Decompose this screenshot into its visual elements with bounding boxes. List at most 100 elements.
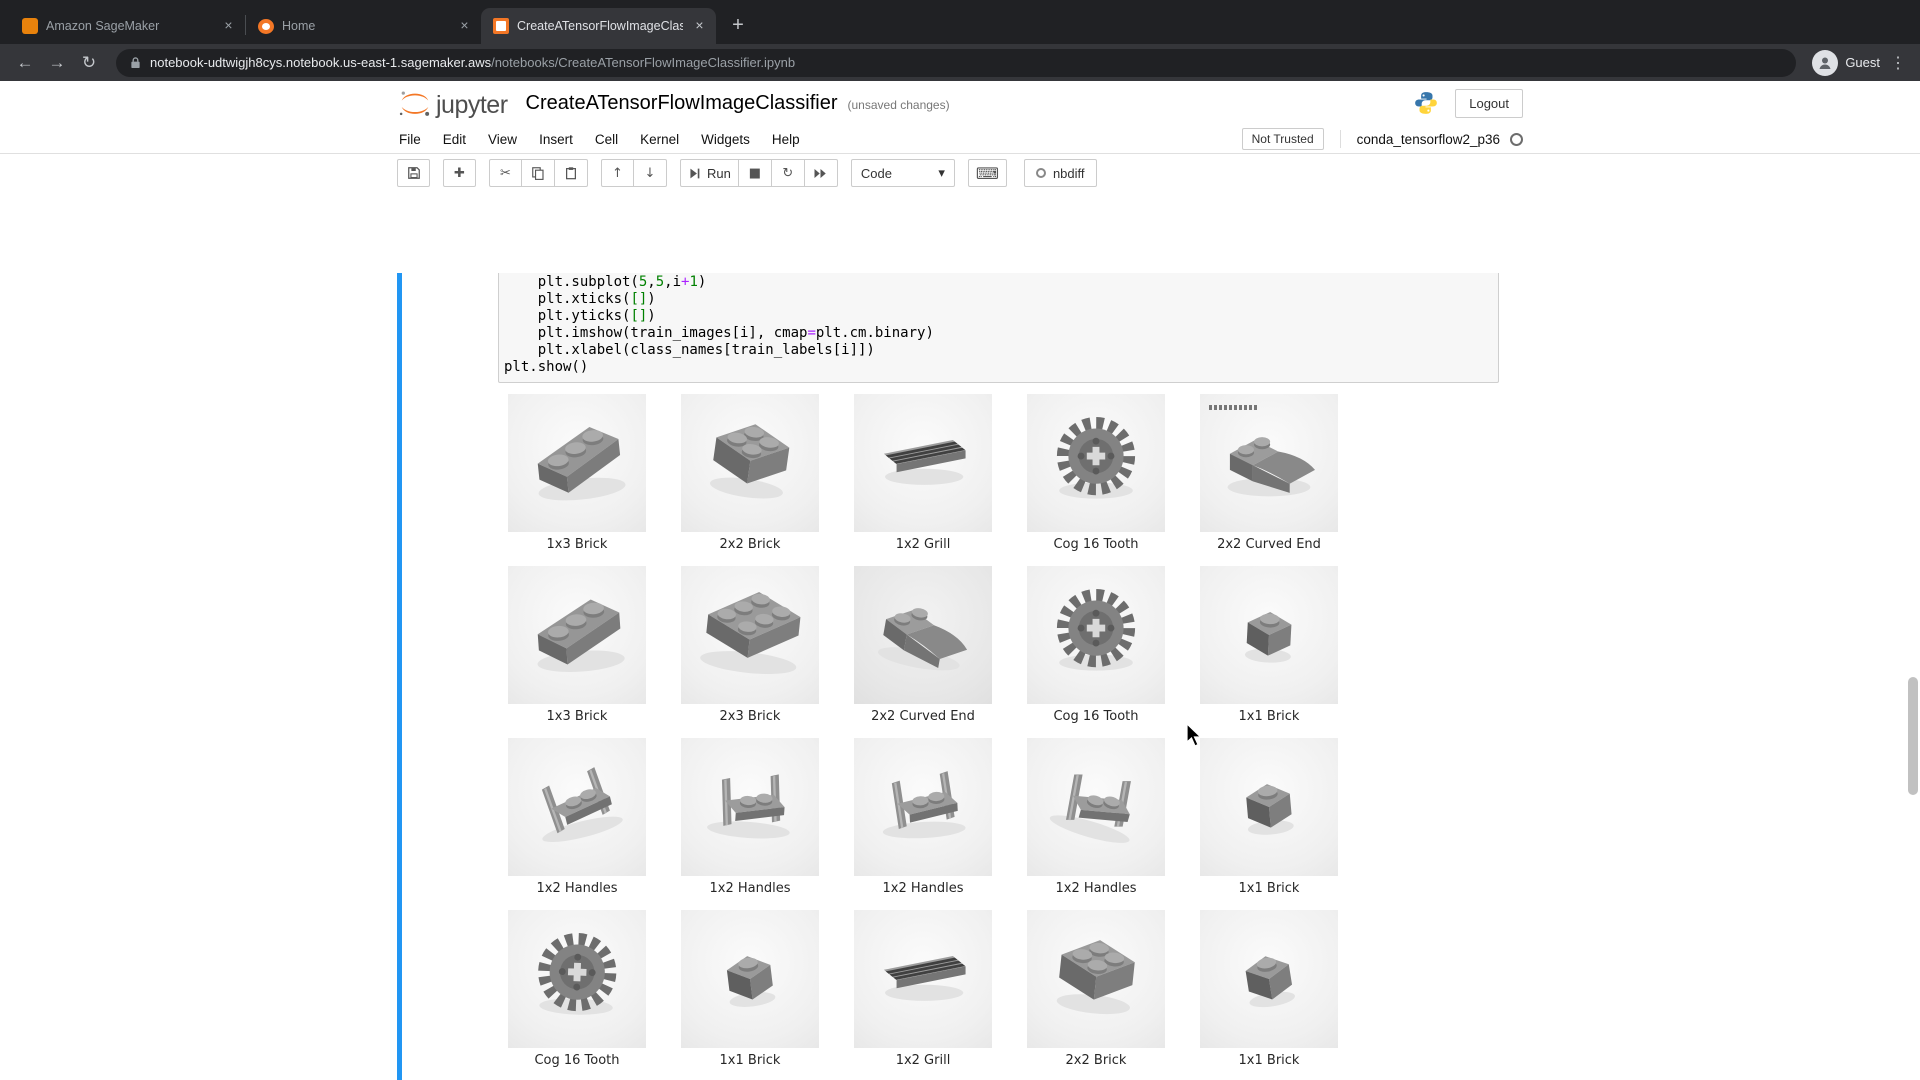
notebook-title[interactable]: CreateATensorFlowImageClassifier (526, 92, 838, 115)
brick-1x1-image (1200, 738, 1338, 876)
menu-edit[interactable]: Edit (432, 132, 477, 147)
menu-view[interactable]: View (477, 132, 528, 147)
curved-image (854, 566, 992, 704)
cell-output-row: 1x3 Brick 2x2 Brick 1x2 Grill Cog 16 Tooth 2… (397, 383, 1523, 1080)
command-palette-button[interactable]: ⌨ (968, 159, 1007, 187)
grill-image (854, 394, 992, 532)
tab-notebook-active[interactable]: CreateATensorFlowImageClass × (481, 8, 716, 44)
person-icon (1817, 55, 1833, 71)
output-image-tile: Cog 16 Tooth (508, 910, 646, 1068)
browser-menu-icon[interactable]: ⋮ (1886, 53, 1910, 73)
curved-image (1200, 394, 1338, 532)
output-image-label: 1x1 Brick (681, 1053, 819, 1068)
cell-type-value: Code (861, 166, 892, 181)
cut-cell-button[interactable]: ✂ (489, 159, 522, 187)
avatar (1812, 50, 1838, 76)
cell-type-select[interactable]: Code ▾ (851, 159, 955, 187)
code-lines: plt.subplot(5,5,i+1) plt.xticks([]) plt.… (504, 274, 1493, 376)
menu-file[interactable]: File (397, 132, 432, 147)
code-line: plt.xlabel(class_names[train_labels[i]]) (504, 342, 1493, 359)
selected-cell-indicator (397, 273, 402, 1080)
output-image-tile: 1x1 Brick (1200, 738, 1338, 896)
url-host: notebook-udtwigjh8cys.notebook.us-east-1… (150, 55, 491, 70)
notebook-menubar: File Edit View Insert Cell Kernel Widget… (0, 125, 1920, 154)
back-icon[interactable]: ← (10, 48, 40, 78)
output-image-tile: 1x3 Brick (508, 394, 646, 552)
not-trusted-button[interactable]: Not Trusted (1242, 128, 1324, 150)
output-image-tile: 2x2 Curved End (854, 566, 992, 724)
profile-chip[interactable]: Guest (1808, 50, 1884, 76)
plus-icon: ✚ (454, 166, 465, 181)
brick-2x2-image (681, 394, 819, 532)
tab-close-icon[interactable]: × (220, 18, 237, 35)
paste-cell-button[interactable] (555, 159, 588, 187)
address-bar[interactable]: notebook-udtwigjh8cys.notebook.us-east-1… (116, 49, 1796, 77)
menu-list: File Edit View Insert Cell Kernel Widget… (397, 125, 811, 153)
jupyter-page: jupyter CreateATensorFlowImageClassifier… (0, 81, 1920, 1080)
output-image-label: 1x3 Brick (508, 537, 646, 552)
menu-insert[interactable]: Insert (528, 132, 584, 147)
move-cell-up-button[interactable]: ↑ (601, 159, 634, 187)
cog-image (1027, 566, 1165, 704)
output-image-tile: 2x2 Brick (1027, 910, 1165, 1068)
run-button[interactable]: Run (680, 159, 739, 187)
kernel-status-icon (1510, 133, 1523, 146)
restart-run-all-button[interactable] (805, 159, 838, 187)
interrupt-kernel-button[interactable]: ■ (739, 159, 772, 187)
fast-forward-icon (813, 167, 828, 180)
move-cell-down-button[interactable]: ↓ (634, 159, 667, 187)
output-image-label: 1x1 Brick (1200, 1053, 1338, 1068)
tab-close-icon[interactable]: × (691, 18, 708, 35)
nbdiff-button[interactable]: nbdiff (1024, 159, 1097, 187)
scrollbar-thumb[interactable] (1908, 677, 1918, 795)
profile-label: Guest (1845, 55, 1880, 70)
add-cell-button[interactable]: ✚ (443, 159, 476, 187)
brick-1x1-image (1200, 910, 1338, 1048)
output-image-tile: 1x2 Grill (854, 394, 992, 552)
output-image-label: Cog 16 Tooth (1027, 537, 1165, 552)
cog-image (1027, 394, 1165, 532)
scissors-icon: ✂ (500, 166, 511, 181)
handles-image (854, 738, 992, 876)
kernel-name: conda_tensorflow2_p36 (1357, 132, 1500, 147)
tab-home[interactable]: Home × (246, 8, 481, 44)
output-image-tile: Cog 16 Tooth (1027, 566, 1165, 724)
handles-image (1027, 738, 1165, 876)
reload-icon[interactable]: ↻ (74, 48, 104, 78)
menu-kernel[interactable]: Kernel (629, 132, 690, 147)
jupyter-favicon-icon (258, 19, 274, 34)
output-image-tile: 1x3 Brick (508, 566, 646, 724)
output-image-tile: 1x1 Brick (681, 910, 819, 1068)
new-tab-button[interactable]: + (724, 11, 752, 39)
code-cell-selected[interactable]: plt.subplot(5,5,i+1) plt.xticks([]) plt.… (397, 273, 1523, 1080)
forward-icon[interactable]: → (42, 48, 72, 78)
jupyter-logo-text: jupyter (436, 92, 508, 118)
copy-cell-button[interactable] (522, 159, 555, 187)
code-editor[interactable]: plt.subplot(5,5,i+1) plt.xticks([]) plt.… (498, 273, 1499, 383)
arrow-down-icon: ↓ (645, 166, 656, 181)
code-line: plt.imshow(train_images[i], cmap=plt.cm.… (504, 325, 1493, 342)
run-label: Run (707, 166, 731, 181)
menu-help[interactable]: Help (761, 132, 811, 147)
menu-cell[interactable]: Cell (584, 132, 629, 147)
output-image-label: 2x2 Brick (681, 537, 819, 552)
restart-kernel-button[interactable]: ↻ (772, 159, 805, 187)
menu-widgets[interactable]: Widgets (690, 132, 761, 147)
brick-1x3-image (508, 394, 646, 532)
code-line: plt.yticks([]) (504, 308, 1493, 325)
save-icon (407, 166, 421, 180)
tab-title: Amazon SageMaker (46, 19, 212, 33)
jupyter-logo[interactable]: jupyter (397, 89, 508, 118)
code-line: plt.show() (504, 359, 1493, 376)
divider (1340, 130, 1341, 148)
handles-image (681, 738, 819, 876)
output-image-label: Cog 16 Tooth (1027, 709, 1165, 724)
output-image-label: 1x2 Handles (508, 881, 646, 896)
save-button[interactable] (397, 159, 430, 187)
figure-grid: 1x3 Brick 2x2 Brick 1x2 Grill Cog 16 Tooth 2… (508, 394, 1499, 1068)
output-image-tile: 1x1 Brick (1200, 910, 1338, 1068)
tab-close-icon[interactable]: × (456, 18, 473, 35)
tab-amazon-sagemaker[interactable]: Amazon SageMaker × (10, 8, 245, 44)
notebook-favicon-icon (493, 18, 509, 34)
logout-button[interactable]: Logout (1455, 89, 1523, 118)
